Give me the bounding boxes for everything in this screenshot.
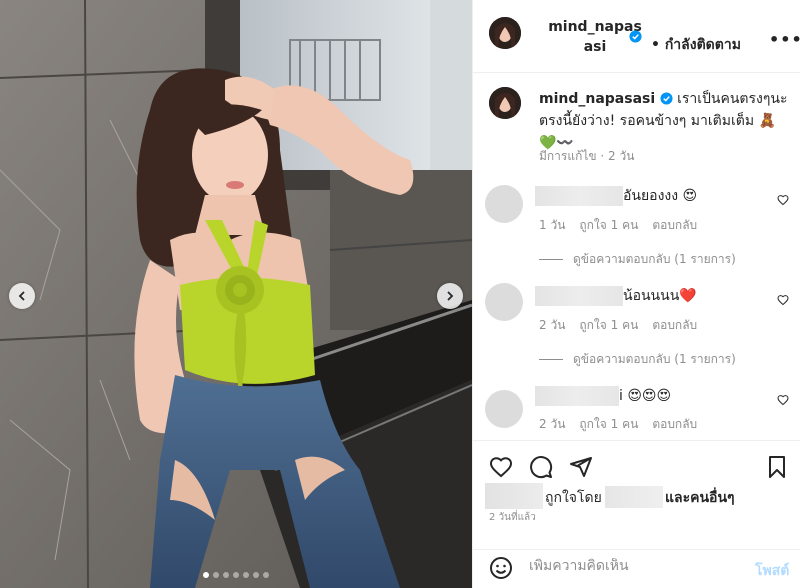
- caption-text: mind_napasasi เราเป็นคนตรงๆนะ ตรงนี้ยังว…: [539, 88, 791, 154]
- comment-reply-button[interactable]: ตอบกลับ: [652, 216, 697, 235]
- more-options-button[interactable]: •••: [769, 30, 800, 49]
- comment-reply-button[interactable]: ตอบกลับ: [652, 415, 697, 434]
- carousel-dot: [263, 572, 269, 578]
- carousel-dot: [243, 572, 249, 578]
- carousel-prev-button[interactable]: [9, 283, 35, 309]
- comment-likes[interactable]: ถูกใจ 1 คน: [579, 216, 638, 235]
- emoji-icon[interactable]: [489, 556, 513, 580]
- comment-text: น้อนนนน❤️: [623, 288, 697, 304]
- verified-badge-icon: [660, 92, 673, 105]
- author-avatar[interactable]: [489, 17, 521, 49]
- comment-time: 2 วัน: [539, 417, 566, 431]
- post-side-panel: mind_napas asi • กำลังติดตาม ••• mind_na…: [472, 0, 800, 588]
- caption-author-avatar[interactable]: [489, 87, 521, 119]
- blurred-liker-name: [605, 486, 663, 508]
- post-header: mind_napas asi • กำลังติดตาม •••: [473, 0, 800, 73]
- view-replies-label: ดูข้อความตอบกลับ (1 รายการ): [573, 252, 736, 266]
- heart-icon[interactable]: [777, 294, 789, 306]
- liked-by-label: ถูกใจโดย: [545, 490, 602, 506]
- post-timestamp[interactable]: 2 วันที่แล้ว: [489, 510, 536, 525]
- carousel-dot: [213, 572, 219, 578]
- comment-meta: 1 วัน ถูกใจ 1 คน ตอบกลับ: [539, 216, 697, 235]
- blurred-username: [535, 286, 623, 306]
- comment-reply-button[interactable]: ตอบกลับ: [652, 316, 697, 335]
- blurred-liker-avatar: [485, 483, 543, 509]
- post-comment-button[interactable]: โพสต์: [755, 560, 789, 582]
- comment-meta: 2 วัน ถูกใจ 1 คน ตอบกลับ: [539, 415, 697, 434]
- comment-input[interactable]: [529, 558, 739, 574]
- comment-likes[interactable]: ถูกใจ 1 คน: [579, 316, 638, 335]
- carousel-dot: [233, 572, 239, 578]
- post-photo[interactable]: [0, 0, 472, 588]
- avatar-image: [489, 87, 521, 119]
- and-others-link[interactable]: และคนอื่นๆ: [665, 487, 735, 509]
- comment-icon[interactable]: [529, 455, 553, 479]
- chevron-left-icon: [18, 291, 25, 301]
- add-comment-bar: โพสต์: [473, 549, 800, 588]
- heart-icon[interactable]: [489, 455, 513, 479]
- view-replies-button[interactable]: ดูข้อความตอบกลับ (1 รายการ): [539, 350, 736, 369]
- comment-avatar[interactable]: [485, 390, 523, 428]
- blurred-username: [535, 186, 623, 206]
- verified-badge-icon: [629, 30, 642, 43]
- following-button[interactable]: • กำลังติดตาม: [651, 34, 741, 56]
- comment-avatar[interactable]: [485, 185, 523, 223]
- instagram-post-modal: mind_napas asi • กำลังติดตาม ••• mind_na…: [0, 0, 800, 588]
- blurred-username: [535, 386, 619, 406]
- heart-icon[interactable]: [777, 394, 789, 406]
- view-replies-button[interactable]: ดูข้อความตอบกลับ (1 รายการ): [539, 250, 736, 269]
- photo-scene: [0, 0, 472, 588]
- comment-text: อันยองงง 😍: [623, 188, 698, 204]
- replies-divider: [539, 259, 563, 260]
- carousel-dot: [203, 572, 209, 578]
- avatar-image: [489, 17, 521, 49]
- bookmark-icon[interactable]: [765, 455, 789, 479]
- share-icon[interactable]: [569, 455, 593, 479]
- chevron-right-icon: [447, 291, 454, 301]
- comment-time: 1 วัน: [539, 218, 566, 232]
- replies-divider: [539, 359, 563, 360]
- carousel-next-button[interactable]: [437, 283, 463, 309]
- caption-meta: มีการแก้ไข · 2 วัน: [539, 149, 635, 163]
- comment-likes[interactable]: ถูกใจ 1 คน: [579, 415, 638, 434]
- comment-text: i 😍😍😍: [619, 388, 672, 404]
- heart-icon[interactable]: [777, 194, 789, 206]
- carousel-indicator: [0, 572, 472, 578]
- comment-avatar[interactable]: [485, 283, 523, 321]
- liked-by-row: ถูกใจโดย และคนอื่นๆ: [485, 483, 800, 509]
- comment-meta: 2 วัน ถูกใจ 1 คน ตอบกลับ: [539, 316, 697, 335]
- caption-username[interactable]: mind_napasasi: [539, 91, 655, 107]
- carousel-dot: [223, 572, 229, 578]
- carousel-dot: [253, 572, 259, 578]
- view-replies-label: ดูข้อความตอบกลับ (1 รายการ): [573, 352, 736, 366]
- comment-time: 2 วัน: [539, 318, 566, 332]
